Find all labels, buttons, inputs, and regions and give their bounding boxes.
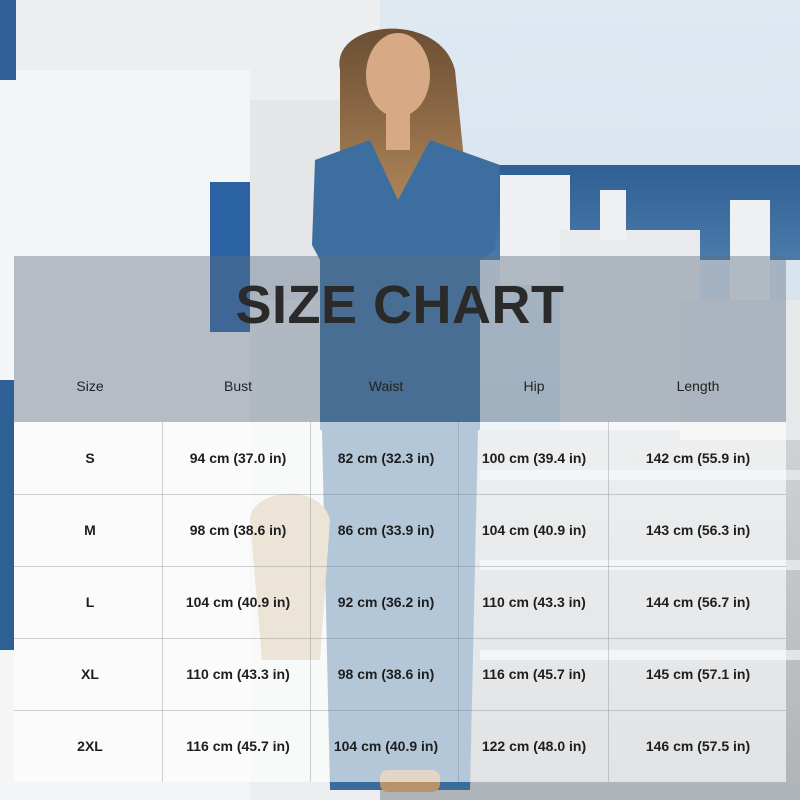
size-cell: L [85,594,95,610]
column-header-hip: Hip [523,378,545,394]
table-row: L 104 cm (40.9 in) 92 cm (36.2 in) 110 c… [14,566,786,638]
column-header-size: Size [76,378,104,394]
waist-cell: 98 cm (38.6 in) [337,666,435,682]
column-header-waist: Waist [368,378,404,394]
hip-cell: 104 cm (40.9 in) [481,522,587,538]
column-header-length: Length [676,378,720,394]
hip-cell: 100 cm (39.4 in) [481,450,587,466]
bust-cell: 94 cm (37.0 in) [189,450,287,466]
table-row: 2XL 116 cm (45.7 in) 104 cm (40.9 in) 12… [14,710,786,782]
size-chart-panel: SIZE CHART Size Bust Waist Hip Length S … [14,256,786,782]
bust-cell: 98 cm (38.6 in) [189,522,287,538]
length-cell: 144 cm (56.7 in) [645,594,751,610]
column-header-bust: Bust [223,378,252,394]
size-cell: XL [81,666,99,682]
length-cell: 143 cm (56.3 in) [645,522,751,538]
bust-cell: 116 cm (45.7 in) [186,738,290,754]
waist-cell: 92 cm (36.2 in) [337,594,435,610]
hip-cell: 116 cm (45.7 in) [482,666,586,682]
table-row: M 98 cm (38.6 in) 86 cm (33.9 in) 104 cm… [14,494,786,566]
hip-cell: 122 cm (48.0 in) [481,738,587,754]
table-row: XL 110 cm (43.3 in) 98 cm (38.6 in) 116 … [14,638,786,710]
hip-cell: 110 cm (43.3 in) [482,594,586,610]
length-cell: 142 cm (55.9 in) [645,450,751,466]
size-cell: S [85,450,95,466]
size-cell: M [84,522,96,538]
waist-cell: 86 cm (33.9 in) [337,522,435,538]
waist-cell: 104 cm (40.9 in) [333,738,439,754]
table-row: S 94 cm (37.0 in) 82 cm (32.3 in) 100 cm… [14,422,786,494]
length-cell: 145 cm (57.1 in) [645,666,751,682]
waist-cell: 82 cm (32.3 in) [337,450,435,466]
size-cell: 2XL [77,738,103,754]
size-chart-title: SIZE CHART [235,275,565,335]
bust-cell: 104 cm (40.9 in) [185,594,291,610]
bust-cell: 110 cm (43.3 in) [186,666,290,682]
length-cell: 146 cm (57.5 in) [645,738,751,754]
